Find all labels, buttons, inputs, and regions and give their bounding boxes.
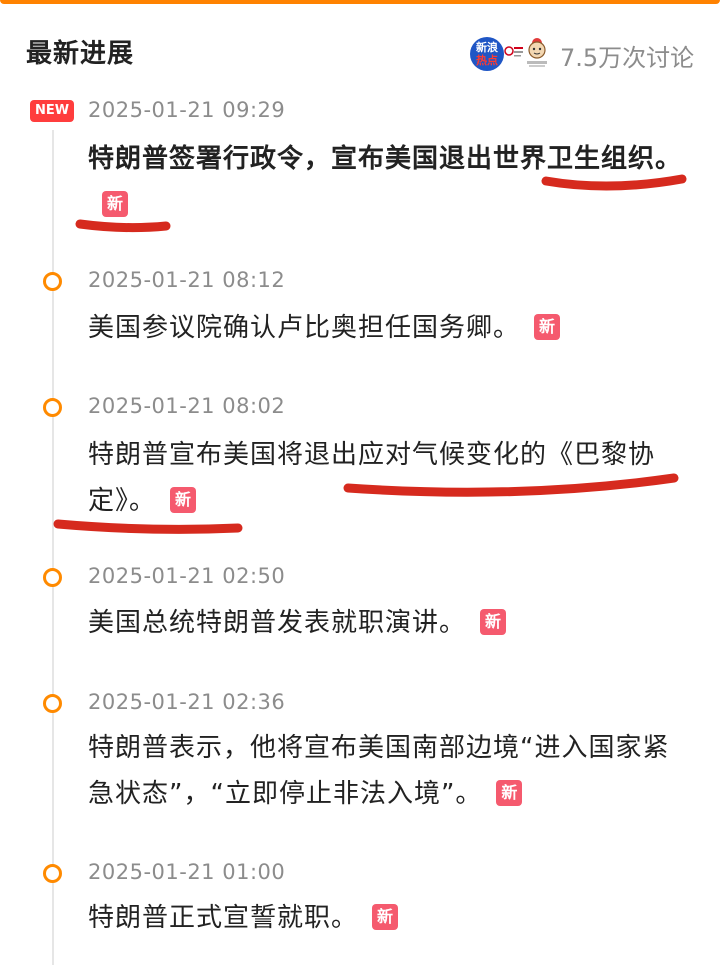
sina-hot-logo[interactable]: 新浪 热点 — [470, 37, 504, 71]
timeline-text: 特朗普表示，他将宣布美国南部边境“进入国家紧急状态”，“立即停止非法入境”。 — [88, 733, 670, 809]
new-tag: 新 — [170, 487, 197, 513]
new-tag: 新 — [496, 780, 523, 806]
section-header: 最新进展 新浪 热点 7.5万次讨论 — [0, 0, 720, 90]
new-tag: 新 — [372, 904, 399, 930]
discussion-count[interactable]: 7.5万次讨论 — [560, 38, 694, 73]
new-badge: NEW — [30, 100, 74, 122]
mini-brand-logo — [504, 44, 524, 58]
timeline-item-text[interactable]: 特朗普表示，他将宣布美国南部边境“进入国家紧急状态”，“立即停止非法入境”。新 — [88, 725, 688, 817]
timeline-dot — [43, 398, 62, 417]
timeline-item-text[interactable]: 特朗普正式宣誓就职。新 — [88, 895, 688, 941]
timeline-item-text[interactable]: 特朗普宣布美国将退出应对气候变化的《巴黎协定》。新 — [88, 432, 688, 524]
logo-text-line2: 热点 — [476, 54, 498, 67]
timeline-item-text[interactable]: 美国参议院确认卢比奥担任国务卿。新 — [88, 305, 688, 351]
timeline-item-text[interactable]: 特朗普签署行政令，宣布美国退出世界卫生组织。新 — [88, 136, 688, 228]
timeline-dot — [43, 694, 62, 713]
timeline-time: 2025-01-21 01:00 — [88, 860, 286, 884]
mascot-avatar-icon[interactable] — [524, 35, 550, 69]
timeline-time: 2025-01-21 09:29 — [88, 98, 286, 122]
timeline-line — [52, 130, 54, 965]
timeline-time: 2025-01-21 08:12 — [88, 268, 286, 292]
new-tag: 新 — [102, 191, 128, 217]
timeline-item-text[interactable]: 美国总统特朗普发表就职演讲。新 — [88, 600, 688, 646]
timeline-time: 2025-01-21 08:02 — [88, 394, 286, 418]
timeline-text: 特朗普正式宣誓就职。 — [88, 903, 359, 933]
logo-text-line1: 新浪 — [476, 41, 498, 54]
new-tag: 新 — [534, 314, 561, 340]
timeline-dot — [43, 272, 62, 291]
underline-mark-4 — [53, 519, 243, 534]
timeline-time: 2025-01-21 02:50 — [88, 564, 286, 588]
section-title: 最新进展 — [26, 39, 135, 69]
timeline-text: 特朗普签署行政令，宣布美国退出世界卫生组织。 — [88, 144, 683, 174]
new-tag: 新 — [480, 609, 507, 635]
timeline-time: 2025-01-21 02:36 — [88, 690, 286, 714]
timeline-text: 美国参议院确认卢比奥担任国务卿。 — [88, 313, 521, 343]
timeline-dot — [43, 864, 62, 883]
timeline-text: 美国总统特朗普发表就职演讲。 — [88, 608, 467, 638]
timeline-dot — [43, 568, 62, 587]
